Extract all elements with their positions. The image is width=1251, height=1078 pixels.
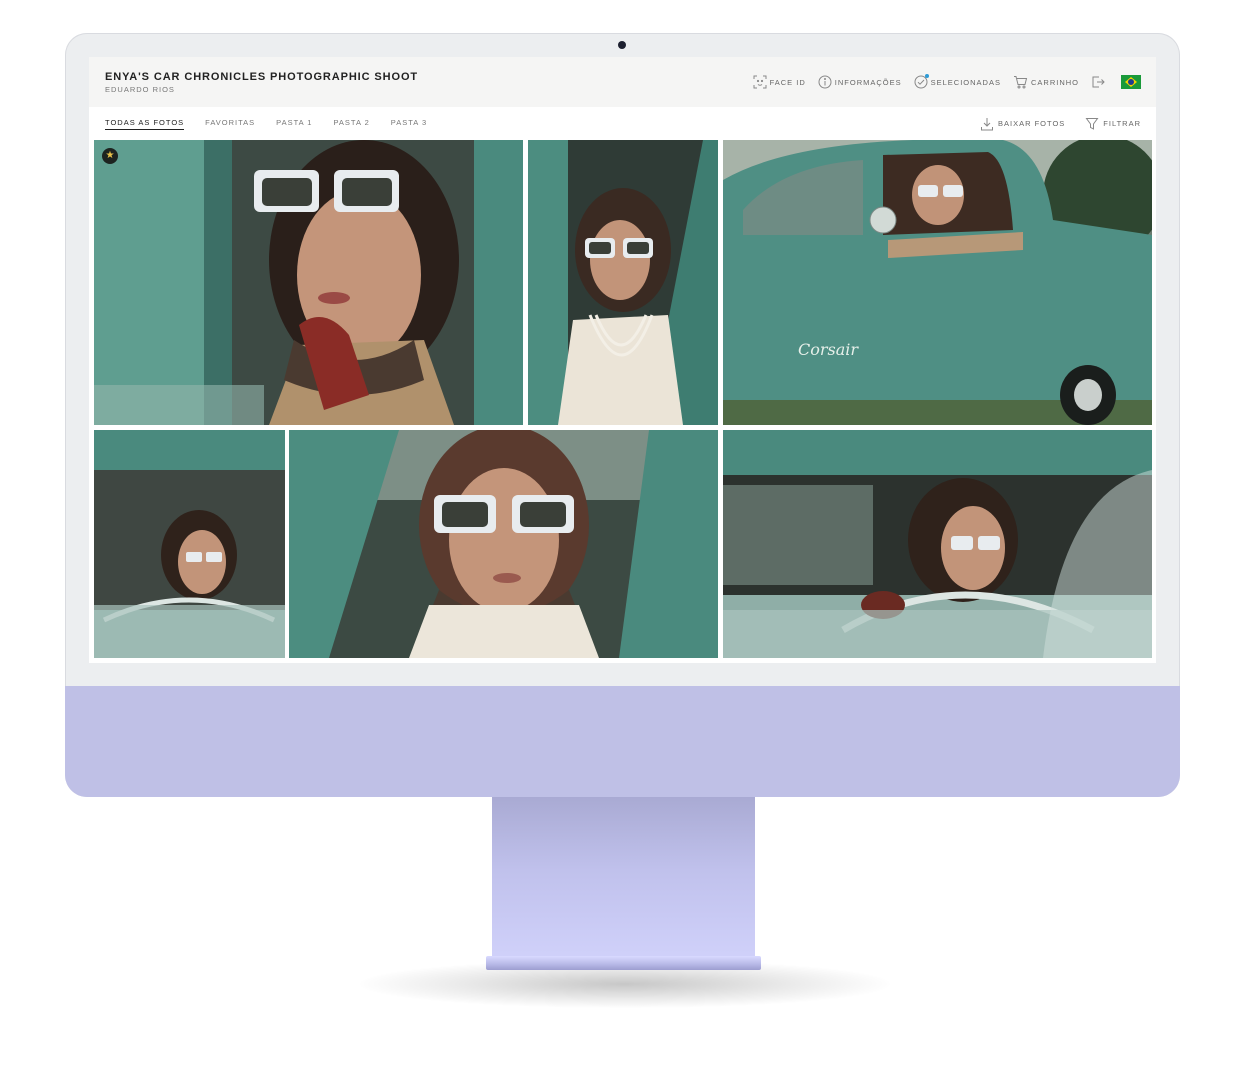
photo-image: Corsair xyxy=(723,140,1152,425)
check-circle-icon xyxy=(914,74,929,89)
photographer-name: EDUARDO RIOS xyxy=(105,85,175,94)
photo-image xyxy=(528,140,718,425)
photo-thumbnail[interactable] xyxy=(289,430,718,658)
cart-icon xyxy=(1013,75,1028,89)
photo-thumbnail[interactable] xyxy=(94,430,285,658)
folder-tabs: TODAS AS FOTOS FAVORITAS PASTA 1 PASTA 2… xyxy=(105,107,448,140)
selected-button[interactable]: SELECIONADAS xyxy=(914,74,1001,89)
gallery-tools: BAIXAR FOTOS FILTRAR xyxy=(960,107,1141,140)
monitor-chin xyxy=(65,686,1180,797)
camera-dot xyxy=(618,41,626,49)
filter-label: FILTRAR xyxy=(1103,119,1141,128)
face-id-label: FACE ID xyxy=(769,77,806,87)
favorite-star-icon[interactable]: ★ xyxy=(102,148,118,164)
tab-all-photos[interactable]: TODAS AS FOTOS xyxy=(105,118,185,130)
face-id-button[interactable]: FACE ID xyxy=(753,75,806,89)
cart-label: CARRINHO xyxy=(1030,77,1079,87)
selected-label: SELECIONADAS xyxy=(930,77,1001,87)
gallery-header: ENYA'S CAR CHRONICLES PHOTOGRAPHIC SHOOT… xyxy=(89,57,1156,107)
cart-button[interactable]: CARRINHO xyxy=(1013,75,1079,89)
selected-badge xyxy=(924,74,929,78)
photo-image xyxy=(289,430,718,658)
logout-icon xyxy=(1091,75,1105,89)
photo-image xyxy=(94,140,523,425)
screen: ENYA'S CAR CHRONICLES PHOTOGRAPHIC SHOOT… xyxy=(89,57,1156,663)
photo-image xyxy=(723,430,1152,658)
logout-button[interactable] xyxy=(1091,75,1105,89)
filter-button[interactable]: FILTRAR xyxy=(1085,117,1141,131)
download-label: BAIXAR FOTOS xyxy=(998,119,1066,128)
car-badge-text: Corsair xyxy=(798,340,859,359)
tab-folder-2[interactable]: PASTA 2 xyxy=(333,118,369,129)
monitor-stand xyxy=(492,797,755,960)
photo-thumbnail[interactable]: ★ xyxy=(94,140,523,425)
face-scan-icon xyxy=(753,75,767,89)
info-icon xyxy=(818,75,832,89)
header-actions: FACE ID INFORMAÇÕES SELECIONADAS CARRINH… xyxy=(741,74,1141,90)
download-icon xyxy=(980,117,994,131)
photo-thumbnail[interactable] xyxy=(723,430,1152,658)
gallery-title: ENYA'S CAR CHRONICLES PHOTOGRAPHIC SHOOT xyxy=(105,71,419,83)
tab-favorites[interactable]: FAVORITAS xyxy=(205,118,255,129)
photo-image xyxy=(94,430,285,658)
download-photos-button[interactable]: BAIXAR FOTOS xyxy=(980,117,1065,131)
monitor-stand-foot xyxy=(486,956,761,970)
tabs-bar: TODAS AS FOTOS FAVORITAS PASTA 1 PASTA 2… xyxy=(89,107,1156,140)
photo-thumbnail[interactable] xyxy=(528,140,718,425)
tab-folder-1[interactable]: PASTA 1 xyxy=(276,118,312,129)
tab-folder-3[interactable]: PASTA 3 xyxy=(391,118,427,129)
info-label: INFORMAÇÕES xyxy=(834,77,902,87)
info-button[interactable]: INFORMAÇÕES xyxy=(818,75,902,89)
brazil-flag-icon[interactable] xyxy=(1121,75,1141,89)
filter-icon xyxy=(1085,117,1099,131)
photo-thumbnail[interactable]: Corsair xyxy=(723,140,1152,425)
